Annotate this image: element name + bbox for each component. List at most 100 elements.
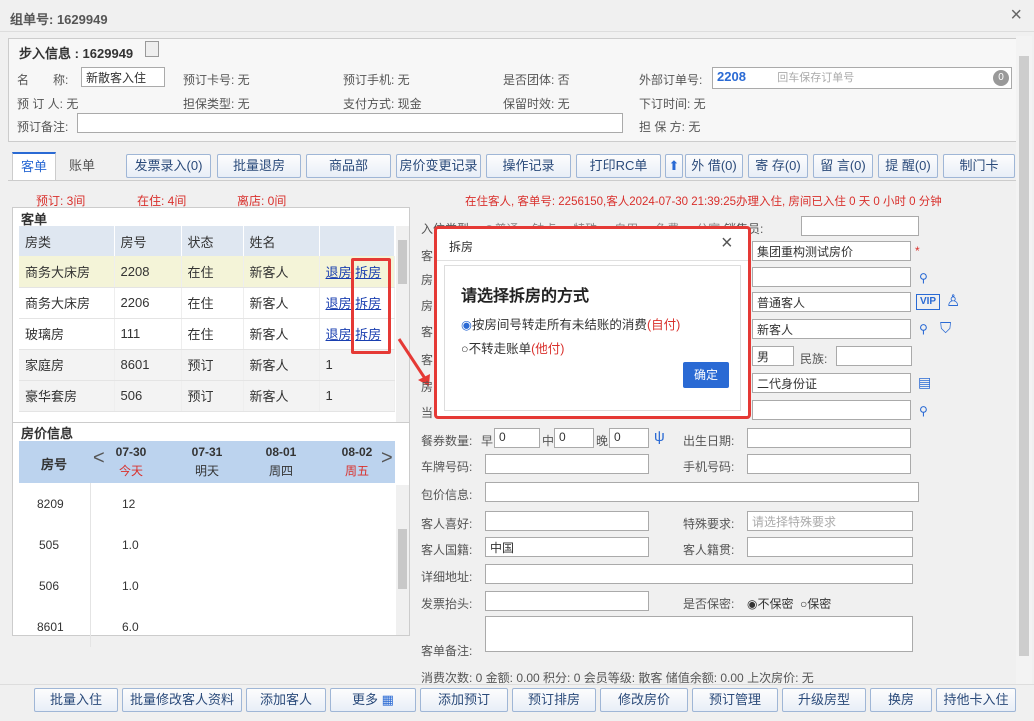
print-rc-button[interactable]: 打印RC单	[576, 154, 661, 178]
col-room-type: 房类	[19, 226, 115, 256]
rate-value: 1.0	[122, 579, 139, 593]
close-icon[interactable]: ×	[1010, 4, 1022, 27]
reservation-assign-button[interactable]: 预订排房	[512, 688, 596, 712]
add-guest-button[interactable]: 添加客人	[246, 688, 326, 712]
field-input-1[interactable]	[752, 267, 911, 287]
plate-input[interactable]	[485, 454, 649, 474]
split-room-dialog: 拆房 × 请选择拆房的方式 ◉按房间号转走所有未结账的消费(自付) ○不转走账单…	[434, 226, 751, 419]
secret-radio-yes[interactable]: ○保密	[800, 595, 831, 612]
hobby-input[interactable]	[485, 511, 649, 531]
field-input-2[interactable]	[752, 400, 911, 420]
batch-checkin-button[interactable]: 批量入住	[34, 688, 118, 712]
checkin-other-card-button[interactable]: 持他卡入住	[936, 688, 1016, 712]
dinner-select[interactable]: 0	[609, 428, 649, 448]
secret-radio-no[interactable]: ◉不保密	[747, 595, 794, 612]
ext-order-input[interactable]: 2208 回车保存订单号	[712, 67, 1012, 89]
chevron-right-icon[interactable]: >	[381, 447, 393, 470]
table-row[interactable]: 家庭房 8601 预订 新客人 1	[19, 349, 395, 381]
lend-button[interactable]: 外 借(0)	[685, 154, 743, 178]
checkout-link[interactable]: 退房	[326, 327, 352, 342]
native-input[interactable]	[747, 537, 913, 557]
guarantee-type-label: 担保类型: 无	[183, 97, 250, 111]
table-row[interactable]: 商务大床房 2208 在住 新客人 退房 拆房	[19, 256, 395, 288]
gender-select[interactable]: 男	[752, 346, 794, 366]
guest-scrollbar[interactable]	[396, 226, 409, 422]
modify-rate-button[interactable]: 修改房价	[600, 688, 688, 712]
search-icon[interactable]: ⚲	[919, 404, 928, 418]
cell-count: 1	[319, 380, 395, 412]
reminder-button[interactable]: 提 醒(0)	[878, 154, 938, 178]
special-input[interactable]: 请选择特殊要求	[747, 511, 913, 531]
nation-input[interactable]	[836, 346, 912, 366]
search-icon[interactable]: ⚲	[919, 322, 928, 336]
package-select[interactable]	[485, 482, 919, 502]
native-label: 客人籍贯:	[683, 543, 735, 557]
breakfast-select[interactable]: 0	[494, 428, 540, 448]
guest-type-input[interactable]: 普通客人	[752, 292, 911, 312]
cell-room-no: 506	[114, 380, 182, 412]
reservation-manage-button[interactable]: 预订管理	[692, 688, 778, 712]
main-scrollbar[interactable]	[1016, 36, 1032, 684]
invoice-entry-button[interactable]: 发票录入(0)	[126, 154, 211, 178]
rate-change-log-button[interactable]: 房价变更记录	[396, 154, 481, 178]
goods-button[interactable]: 商品部	[306, 154, 391, 178]
id-type-select[interactable]: 二代身份证	[752, 373, 911, 393]
nationality-input[interactable]: 中国	[485, 537, 649, 557]
upgrade-room-button[interactable]: 升级房型	[782, 688, 866, 712]
operation-log-button[interactable]: 操作记录	[486, 154, 571, 178]
shield-icon[interactable]: ⛉	[940, 320, 951, 337]
search-icon[interactable]: ⚲	[919, 271, 928, 285]
make-card-button[interactable]: 制门卡	[943, 154, 1015, 178]
rate-room: 505	[39, 538, 60, 552]
batch-edit-guest-button[interactable]: 批量修改客人资料	[122, 688, 242, 712]
cell-name: 新客人	[243, 318, 320, 350]
scroll-thumb[interactable]	[398, 529, 407, 589]
remark-input[interactable]	[77, 113, 623, 133]
chevron-left-icon[interactable]: <	[93, 447, 105, 470]
id-card-icon[interactable]: ▤	[918, 374, 931, 391]
tab-guest[interactable]: 客单	[12, 152, 56, 180]
upload-icon[interactable]: ⬆	[665, 154, 683, 178]
cell-status: 预订	[181, 349, 244, 381]
price-plan-select[interactable]: 集团重构测试房价	[752, 241, 911, 261]
batch-checkout-button[interactable]: 批量退房	[217, 154, 301, 178]
guest-remark-input[interactable]	[485, 616, 913, 652]
ext-count-badge: 0	[993, 70, 1009, 86]
seller-input[interactable]	[801, 216, 919, 236]
rate-scrollbar[interactable]	[396, 485, 409, 635]
change-room-button[interactable]: 换房	[870, 688, 932, 712]
birth-input[interactable]	[747, 428, 911, 448]
user-icon[interactable]: ♙	[946, 291, 960, 311]
breakfast-label: 早	[481, 434, 494, 448]
table-row[interactable]: 玻璃房 111 在住 新客人 退房 拆房	[19, 318, 395, 350]
more-button[interactable]: 更多 ▦	[330, 688, 416, 712]
deposit-button[interactable]: 寄 存(0)	[748, 154, 808, 178]
option-no-transfer-radio[interactable]: ○不转走账单(他付)	[461, 338, 564, 357]
scroll-thumb[interactable]	[398, 240, 407, 284]
message-button[interactable]: 留 言(0)	[813, 154, 873, 178]
tab-bill[interactable]: 账单	[58, 152, 106, 180]
option-transfer-radio[interactable]: ◉按房间号转走所有未结账的消费(自付)	[461, 314, 680, 333]
address-label: 详细地址:	[421, 570, 473, 584]
add-reservation-button[interactable]: 添加预订	[420, 688, 508, 712]
cell-room-type: 玻璃房	[19, 318, 115, 350]
mobile-input[interactable]	[747, 454, 911, 474]
cutlery-icon[interactable]: ψ	[654, 428, 665, 445]
special-label: 特殊要求:	[683, 517, 735, 531]
guest-name-input[interactable]: 新客人	[752, 319, 911, 339]
invoice-input[interactable]	[485, 591, 649, 611]
table-row[interactable]: 商务大床房 2206 在住 新客人 退房 拆房	[19, 287, 395, 319]
address-input[interactable]	[485, 564, 913, 584]
rate-value: 12	[122, 497, 136, 511]
vip-icon[interactable]: VIP	[916, 294, 940, 310]
dialog-close-icon[interactable]: ×	[721, 232, 733, 255]
confirm-button[interactable]: 确定	[683, 362, 729, 388]
table-row[interactable]: 豪华套房 506 预订 新客人 1	[19, 380, 395, 412]
guarantor-label: 担 保 方: 无	[639, 120, 701, 134]
checkout-link[interactable]: 退房	[326, 296, 352, 311]
copy-icon[interactable]	[145, 41, 159, 57]
lunch-select[interactable]: 0	[554, 428, 594, 448]
name-input[interactable]: 新散客入住	[81, 67, 165, 87]
checkout-link[interactable]: 退房	[326, 265, 352, 280]
scroll-thumb[interactable]	[1019, 56, 1029, 656]
